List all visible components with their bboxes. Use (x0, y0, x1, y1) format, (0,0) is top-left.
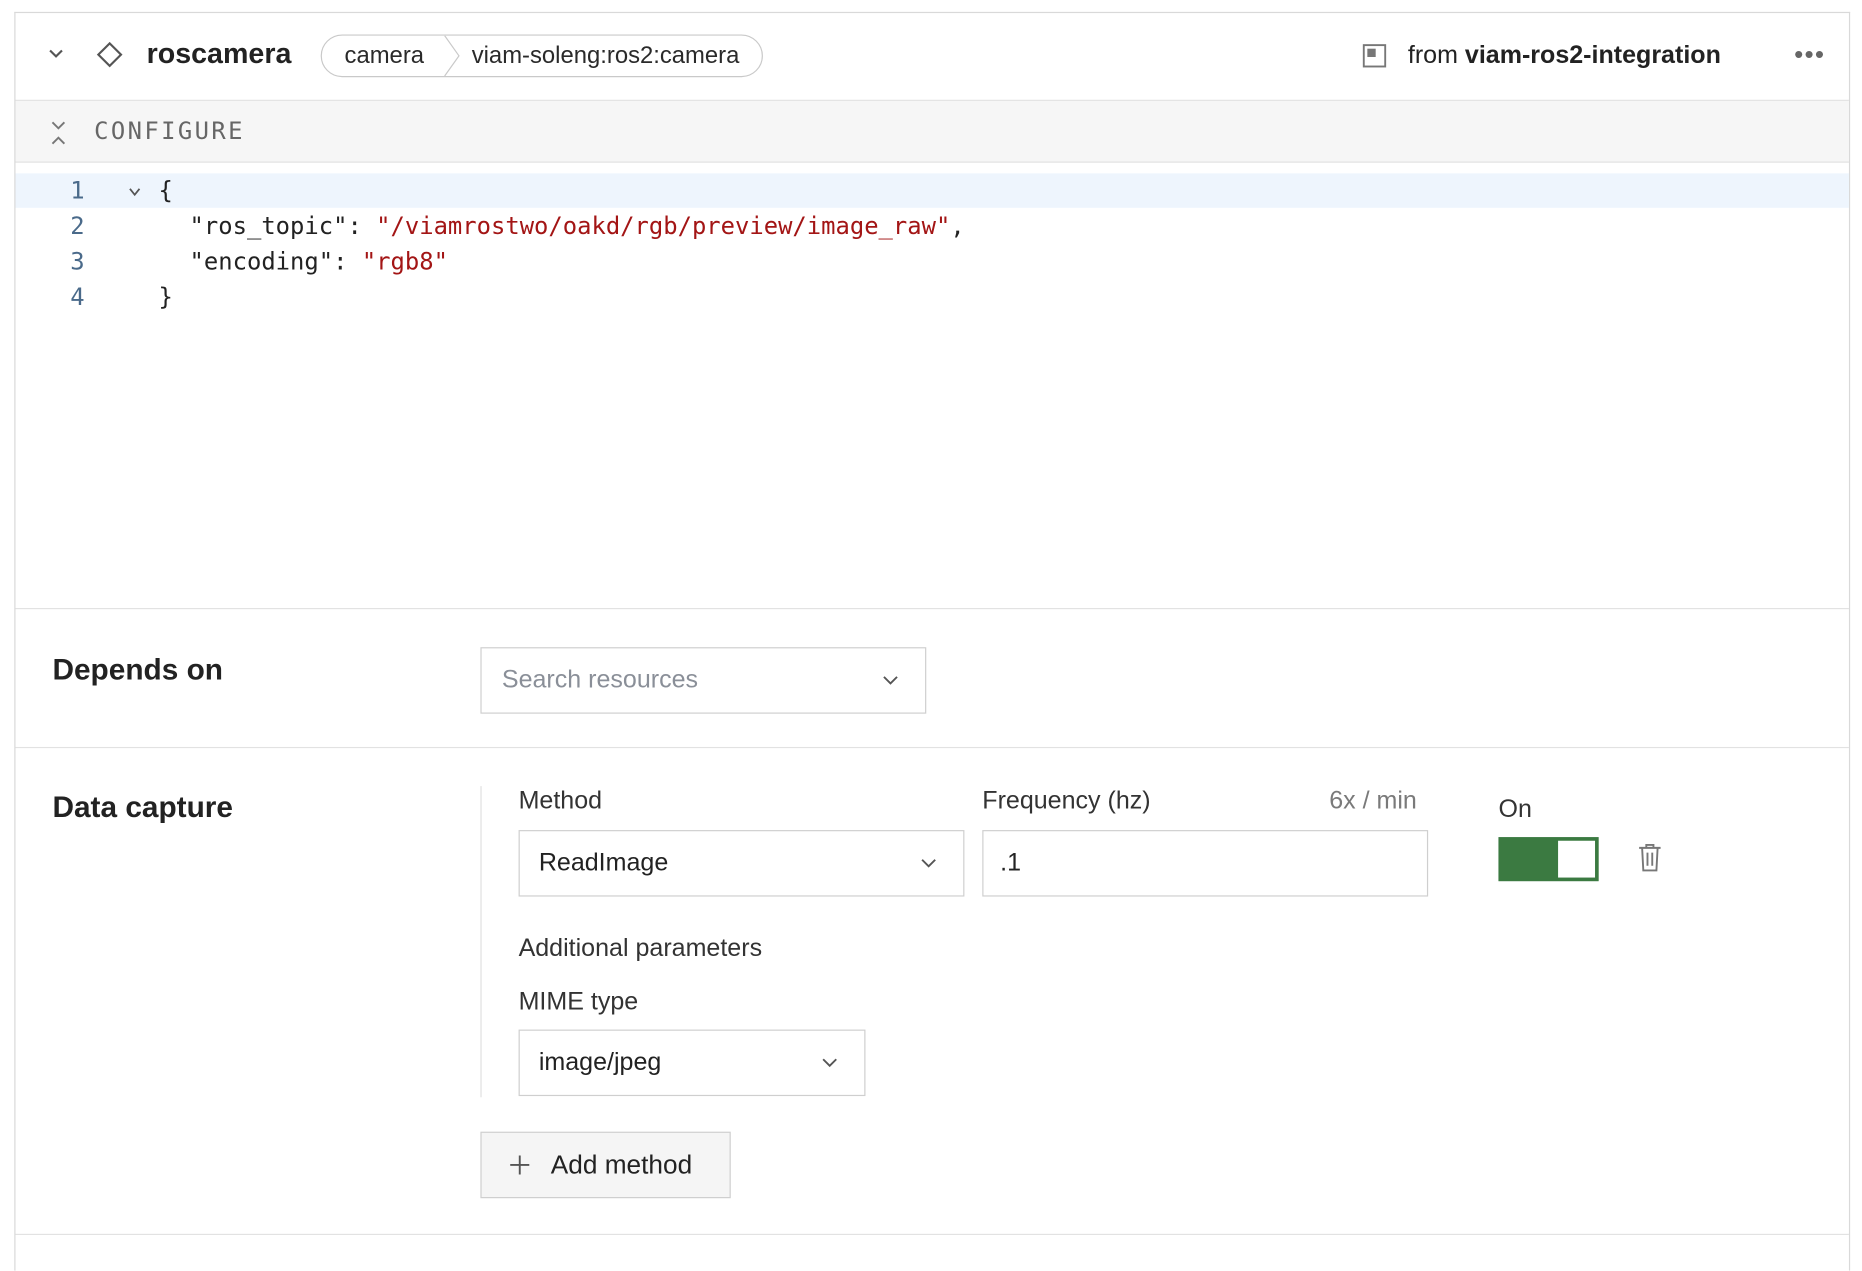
resource-card: roscamera camera viam-soleng:ros2:camera… (14, 11, 1851, 1271)
component-diamond-icon (96, 41, 123, 68)
chevron-down-icon[interactable] (46, 44, 65, 63)
add-method-button[interactable]: Add method (480, 1131, 731, 1199)
search-resources-placeholder: Search resources (501, 666, 699, 694)
frequency-input[interactable]: .1 (982, 830, 1429, 897)
configure-bar: CONFIGURE (15, 100, 1849, 163)
chevron-down-icon (822, 1058, 837, 1068)
json-string-value: "rgb8" (361, 247, 448, 276)
section-divider (480, 786, 482, 1098)
json-string-value: "/viamrostwo/oakd/rgb/preview/image_raw" (376, 211, 951, 240)
active-line-highlight (15, 173, 1849, 208)
type-label: camera (344, 42, 425, 69)
configure-label: CONFIGURE (94, 116, 245, 145)
fold-chevron-icon[interactable] (128, 186, 142, 198)
data-capture-section: Data capture Method ReadImage Frequency … (15, 748, 1848, 1247)
mime-type-label: MIME type (518, 988, 639, 1016)
collapse-icon[interactable] (49, 120, 68, 146)
resource-name: roscamera (146, 38, 292, 71)
line-number: 4 (70, 282, 85, 312)
breadcrumb-separator-icon (443, 35, 460, 76)
frequency-label: Frequency (hz) (982, 787, 1151, 815)
mime-type-value: image/jpeg (538, 1048, 662, 1076)
code-brace-open: { (158, 175, 173, 205)
chevron-down-icon (883, 676, 898, 685)
more-options-icon[interactable]: ••• (1794, 39, 1825, 70)
json-key: "encoding" (189, 247, 334, 276)
code-line-2: "ros_topic": "/viamrostwo/oakd/rgb/previ… (190, 211, 965, 240)
trash-icon[interactable] (1637, 842, 1663, 873)
method-label: Method (518, 787, 603, 815)
code-brace-close: } (158, 282, 173, 312)
line-number: 2 (70, 211, 85, 240)
capture-toggle[interactable] (1498, 837, 1599, 882)
from-prefix: from (1407, 41, 1458, 69)
line-number: 1 (70, 175, 85, 205)
json-colon: : (347, 211, 377, 240)
chevron-down-icon (921, 859, 936, 868)
line-number: 3 (70, 247, 85, 276)
resource-header: roscamera camera viam-soleng:ros2:camera… (15, 13, 1849, 101)
search-resources-select[interactable]: Search resources (480, 647, 927, 714)
method-select[interactable]: ReadImage (518, 830, 965, 897)
json-colon: : (333, 247, 362, 276)
depends-on-section: Depends on Search resources (15, 609, 1849, 749)
resource-type-pill: camera viam-soleng:ros2:camera (320, 34, 764, 78)
data-capture-title: Data capture (52, 790, 233, 825)
module-source: from viam-ros2-integration (1408, 42, 1721, 71)
section-divider (15, 1233, 1849, 1235)
frequency-hint: 6x / min (1329, 787, 1417, 815)
depends-on-title: Depends on (52, 653, 224, 687)
add-method-label: Add method (550, 1149, 693, 1180)
additional-parameters-label: Additional parameters (518, 934, 763, 962)
toggle-knob (1558, 840, 1596, 878)
mime-type-select[interactable]: image/jpeg (518, 1029, 866, 1097)
method-value: ReadImage (538, 849, 669, 877)
on-label: On (1498, 795, 1532, 823)
json-key: "ros_topic" (189, 211, 348, 240)
json-editor[interactable]: 1 2 3 4 { "ros_topic": "/viamrostwo/oakd… (15, 163, 1849, 610)
plus-icon (510, 1155, 530, 1175)
model-label: viam-soleng:ros2:camera (471, 42, 740, 69)
json-comma: , (950, 211, 965, 240)
module-icon (1362, 44, 1387, 68)
module-name[interactable]: viam-ros2-integration (1465, 42, 1721, 69)
code-line-3: "encoding": "rgb8" (190, 247, 448, 276)
code-line-1: { (159, 176, 173, 205)
code-line-4: } (159, 283, 173, 312)
frequency-value: .1 (1000, 849, 1022, 877)
